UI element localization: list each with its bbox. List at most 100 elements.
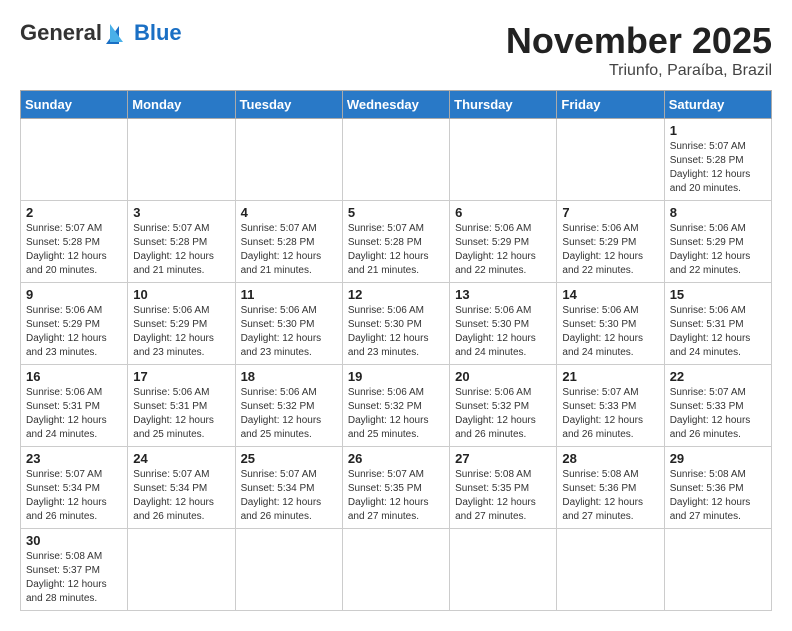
day-info: Sunrise: 5:06 AM Sunset: 5:31 PM Dayligh…: [26, 386, 122, 442]
weekday-header-friday: Friday: [557, 91, 664, 119]
day-number: 26: [348, 451, 444, 466]
title-block: November 2025 Triunfo, Paraíba, Brazil: [506, 20, 772, 80]
calendar-cell: 14 Sunrise: 5:06 AM Sunset: 5:30 PM Dayli…: [557, 283, 664, 365]
weekday-header-thursday: Thursday: [450, 91, 557, 119]
day-info: Sunrise: 5:07 AM Sunset: 5:35 PM Dayligh…: [348, 468, 444, 524]
day-info: Sunrise: 5:07 AM Sunset: 5:33 PM Dayligh…: [562, 386, 658, 442]
calendar-cell: 28 Sunrise: 5:08 AM Sunset: 5:36 PM Dayli…: [557, 447, 664, 529]
weekday-header-sunday: Sunday: [21, 91, 128, 119]
day-number: 28: [562, 451, 658, 466]
day-number: 12: [348, 287, 444, 302]
day-number: 14: [562, 287, 658, 302]
calendar-cell: 21 Sunrise: 5:07 AM Sunset: 5:33 PM Dayli…: [557, 365, 664, 447]
day-number: 25: [241, 451, 337, 466]
day-info: Sunrise: 5:06 AM Sunset: 5:32 PM Dayligh…: [348, 386, 444, 442]
calendar-cell: [342, 529, 449, 611]
month-title: November 2025: [506, 20, 772, 62]
calendar-cell: 26 Sunrise: 5:07 AM Sunset: 5:35 PM Dayli…: [342, 447, 449, 529]
day-number: 17: [133, 369, 229, 384]
calendar-cell: 25Sunrise: 5:07 AM Sunset: 5:34 PM Dayli…: [235, 447, 342, 529]
calendar-cell: [450, 529, 557, 611]
weekday-header-saturday: Saturday: [664, 91, 771, 119]
day-info: Sunrise: 5:07 AM Sunset: 5:28 PM Dayligh…: [670, 140, 766, 196]
calendar-cell: 3 Sunrise: 5:07 AM Sunset: 5:28 PM Daylig…: [128, 201, 235, 283]
calendar-cell: 4Sunrise: 5:07 AM Sunset: 5:28 PM Daylig…: [235, 201, 342, 283]
calendar-cell: [557, 529, 664, 611]
day-number: 16: [26, 369, 122, 384]
calendar-cell: [235, 119, 342, 201]
day-number: 19: [348, 369, 444, 384]
day-info: Sunrise: 5:07 AM Sunset: 5:34 PM Dayligh…: [26, 468, 122, 524]
day-info: Sunrise: 5:06 AM Sunset: 5:30 PM Dayligh…: [241, 304, 337, 360]
calendar-cell: [342, 119, 449, 201]
day-info: Sunrise: 5:08 AM Sunset: 5:36 PM Dayligh…: [670, 468, 766, 524]
day-info: Sunrise: 5:06 AM Sunset: 5:31 PM Dayligh…: [133, 386, 229, 442]
calendar-cell: 11 Sunrise: 5:06 AM Sunset: 5:30 PM Dayli…: [235, 283, 342, 365]
calendar-cell: 19 Sunrise: 5:06 AM Sunset: 5:32 PM Dayli…: [342, 365, 449, 447]
calendar-week-row: 9 Sunrise: 5:06 AM Sunset: 5:29 PM Daylig…: [21, 283, 772, 365]
calendar-cell: 12 Sunrise: 5:06 AM Sunset: 5:30 PM Dayli…: [342, 283, 449, 365]
calendar-cell: 24 Sunrise: 5:07 AM Sunset: 5:34 PM Dayli…: [128, 447, 235, 529]
day-info: Sunrise: 5:06 AM Sunset: 5:32 PM Dayligh…: [241, 386, 337, 442]
weekday-header-monday: Monday: [128, 91, 235, 119]
day-number: 21: [562, 369, 658, 384]
calendar-week-row: 30Sunrise: 5:08 AM Sunset: 5:37 PM Dayli…: [21, 529, 772, 611]
day-info: Sunrise: 5:07 AM Sunset: 5:28 PM Dayligh…: [26, 222, 122, 278]
calendar-table: SundayMondayTuesdayWednesdayThursdayFrid…: [20, 90, 772, 611]
calendar-cell: [235, 529, 342, 611]
day-number: 10: [133, 287, 229, 302]
day-info: Sunrise: 5:07 AM Sunset: 5:28 PM Dayligh…: [133, 222, 229, 278]
day-info: Sunrise: 5:06 AM Sunset: 5:29 PM Dayligh…: [562, 222, 658, 278]
calendar-week-row: 23Sunrise: 5:07 AM Sunset: 5:34 PM Dayli…: [21, 447, 772, 529]
day-number: 11: [241, 287, 337, 302]
calendar-cell: [21, 119, 128, 201]
calendar-cell: 1 Sunrise: 5:07 AM Sunset: 5:28 PM Daylig…: [664, 119, 771, 201]
calendar-cell: 30Sunrise: 5:08 AM Sunset: 5:37 PM Dayli…: [21, 529, 128, 611]
calendar-cell: 6Sunrise: 5:06 AM Sunset: 5:29 PM Daylig…: [450, 201, 557, 283]
calendar-week-row: 1 Sunrise: 5:07 AM Sunset: 5:28 PM Daylig…: [21, 119, 772, 201]
day-number: 30: [26, 533, 122, 548]
day-number: 3: [133, 205, 229, 220]
location-text: Triunfo, Paraíba, Brazil: [506, 62, 772, 80]
calendar-cell: 18 Sunrise: 5:06 AM Sunset: 5:32 PM Dayli…: [235, 365, 342, 447]
day-info: Sunrise: 5:06 AM Sunset: 5:29 PM Dayligh…: [670, 222, 766, 278]
day-number: 1: [670, 123, 766, 138]
day-number: 24: [133, 451, 229, 466]
calendar-cell: 2 Sunrise: 5:07 AM Sunset: 5:28 PM Daylig…: [21, 201, 128, 283]
weekday-header-tuesday: Tuesday: [235, 91, 342, 119]
day-number: 15: [670, 287, 766, 302]
day-number: 2: [26, 205, 122, 220]
day-info: Sunrise: 5:06 AM Sunset: 5:30 PM Dayligh…: [455, 304, 551, 360]
calendar-cell: 10Sunrise: 5:06 AM Sunset: 5:29 PM Dayli…: [128, 283, 235, 365]
day-number: 29: [670, 451, 766, 466]
day-info: Sunrise: 5:08 AM Sunset: 5:36 PM Dayligh…: [562, 468, 658, 524]
day-info: Sunrise: 5:07 AM Sunset: 5:34 PM Dayligh…: [133, 468, 229, 524]
day-number: 18: [241, 369, 337, 384]
calendar-cell: [557, 119, 664, 201]
calendar-week-row: 2 Sunrise: 5:07 AM Sunset: 5:28 PM Daylig…: [21, 201, 772, 283]
calendar-cell: 17 Sunrise: 5:06 AM Sunset: 5:31 PM Dayli…: [128, 365, 235, 447]
day-info: Sunrise: 5:06 AM Sunset: 5:30 PM Dayligh…: [348, 304, 444, 360]
calendar-cell: 16 Sunrise: 5:06 AM Sunset: 5:31 PM Dayli…: [21, 365, 128, 447]
calendar-cell: 9 Sunrise: 5:06 AM Sunset: 5:29 PM Daylig…: [21, 283, 128, 365]
calendar-cell: [128, 119, 235, 201]
calendar-cell: 13 Sunrise: 5:06 AM Sunset: 5:30 PM Dayli…: [450, 283, 557, 365]
logo: General Blue: [20, 20, 182, 46]
day-number: 9: [26, 287, 122, 302]
calendar-cell: 29 Sunrise: 5:08 AM Sunset: 5:36 PM Dayli…: [664, 447, 771, 529]
day-number: 4: [241, 205, 337, 220]
day-info: Sunrise: 5:08 AM Sunset: 5:35 PM Dayligh…: [455, 468, 551, 524]
day-number: 7: [562, 205, 658, 220]
day-number: 5: [348, 205, 444, 220]
day-info: Sunrise: 5:06 AM Sunset: 5:29 PM Dayligh…: [26, 304, 122, 360]
weekday-header-row: SundayMondayTuesdayWednesdayThursdayFrid…: [21, 91, 772, 119]
day-info: Sunrise: 5:06 AM Sunset: 5:29 PM Dayligh…: [455, 222, 551, 278]
logo-general-text: General: [20, 20, 102, 46]
day-number: 13: [455, 287, 551, 302]
weekday-header-wednesday: Wednesday: [342, 91, 449, 119]
day-number: 8: [670, 205, 766, 220]
calendar-cell: [450, 119, 557, 201]
day-info: Sunrise: 5:06 AM Sunset: 5:30 PM Dayligh…: [562, 304, 658, 360]
calendar-cell: [128, 529, 235, 611]
day-number: 20: [455, 369, 551, 384]
